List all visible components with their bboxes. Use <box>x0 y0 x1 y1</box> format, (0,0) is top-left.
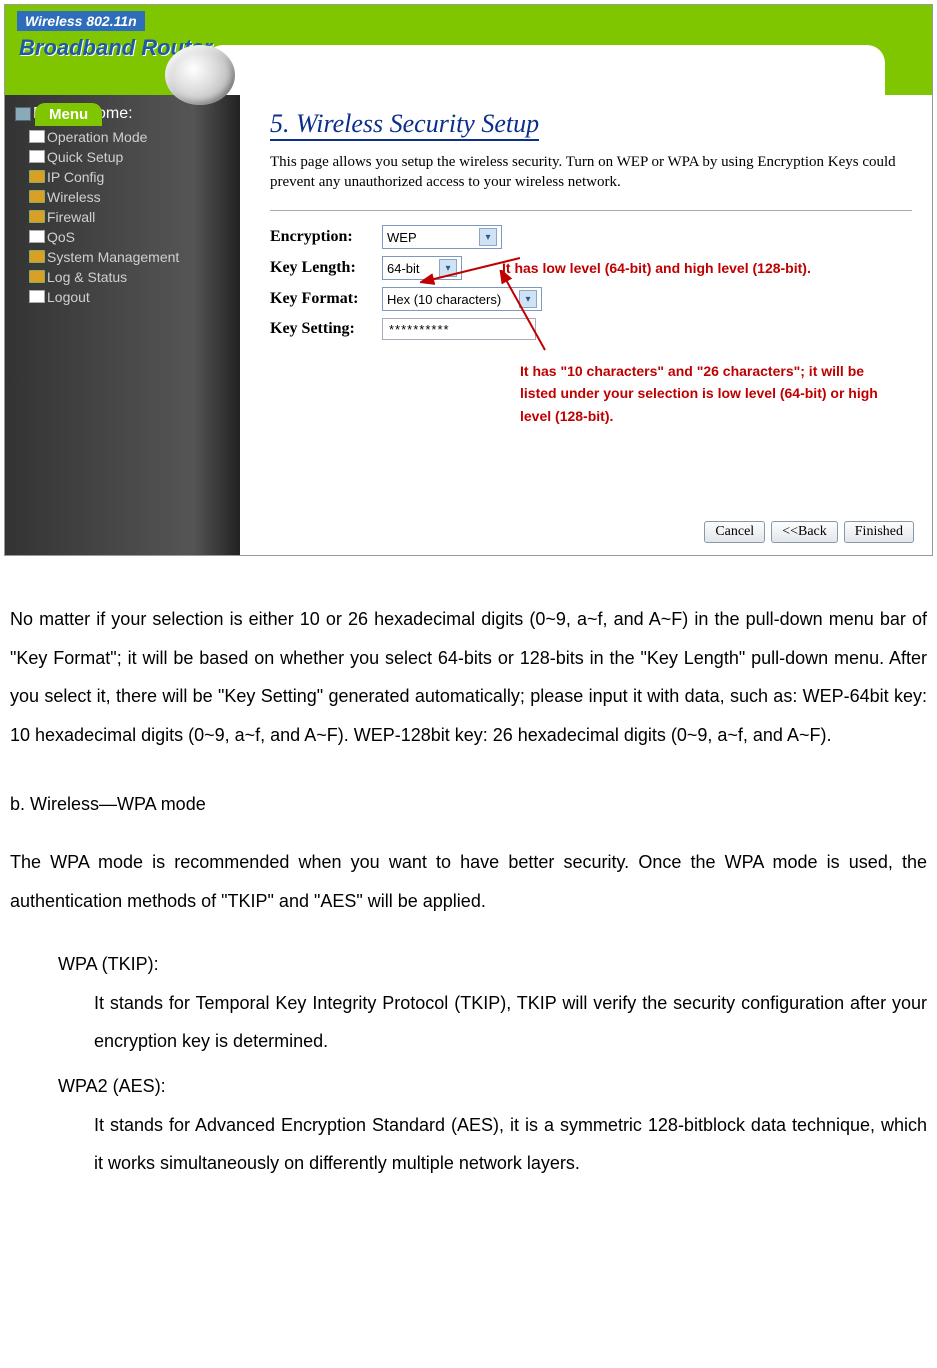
page-icon <box>29 230 45 243</box>
sidebar-item-wireless[interactable]: Wireless <box>5 187 240 207</box>
select-key-length[interactable]: 64-bit ▾ <box>382 256 462 280</box>
sidebar-item-label: Operation Mode <box>47 129 147 145</box>
sidebar-item-label: IP Config <box>47 169 104 185</box>
doc-wpa-tkip-body: It stands for Temporal Key Integrity Pro… <box>10 984 927 1061</box>
sidebar-item-quick-setup[interactable]: Quick Setup <box>5 147 240 167</box>
label-key-format: Key Format: <box>270 290 382 308</box>
doc-wpa2-aes-body: It stands for Advanced Encryption Standa… <box>10 1106 927 1183</box>
page-icon <box>29 150 45 163</box>
input-key-setting[interactable] <box>382 318 536 340</box>
cd-graphic-icon <box>165 45 235 105</box>
row-key-format: Key Format: Hex (10 characters) ▾ <box>270 287 912 311</box>
sidebar-item-label: Quick Setup <box>47 149 123 165</box>
doc-wpa2-aes-heading: WPA2 (AES): <box>10 1067 927 1106</box>
sidebar-item-label: Logout <box>47 289 90 305</box>
select-encryption[interactable]: WEP ▾ <box>382 225 502 249</box>
sidebar-item-label: QoS <box>47 229 75 245</box>
sidebar-item-label: Log & Status <box>47 269 127 285</box>
select-value: WEP <box>387 230 417 245</box>
banner: Wireless 802.11n Broadband Router <box>5 5 932 95</box>
annotation-arrow-icon <box>495 270 555 360</box>
sidebar-item-logout[interactable]: Logout <box>5 287 240 307</box>
document-body: No matter if your selection is either 10… <box>0 560 937 1213</box>
sidebar-item-label: Wireless <box>47 189 101 205</box>
chevron-down-icon: ▾ <box>439 259 457 277</box>
content-pane: 5. Wireless Security Setup This page all… <box>240 95 932 555</box>
chevron-down-icon: ▾ <box>519 290 537 308</box>
doc-heading-b: b. Wireless—WPA mode <box>10 785 927 824</box>
divider <box>270 210 912 211</box>
sidebar: Router Home: Operation Mode Quick Setup … <box>5 95 240 555</box>
callout-key-length: It has low level (64-bit) and high level… <box>502 257 822 279</box>
banner-tab-bg <box>205 45 885 95</box>
label-key-length: Key Length: <box>270 259 382 277</box>
select-value: 64-bit <box>387 261 420 276</box>
row-key-length: Key Length: 64-bit ▾ It has low level (6… <box>270 256 912 280</box>
callout-key-format: It has "10 characters" and "26 character… <box>520 360 880 427</box>
folder-icon <box>29 170 45 183</box>
doc-paragraph-2: The WPA mode is recommended when you wan… <box>10 843 927 920</box>
sidebar-item-qos[interactable]: QoS <box>5 227 240 247</box>
finished-button[interactable]: Finished <box>844 521 914 543</box>
doc-paragraph-1: No matter if your selection is either 10… <box>10 600 927 755</box>
row-encryption: Encryption: WEP ▾ <box>270 225 912 249</box>
label-encryption: Encryption: <box>270 228 382 246</box>
folder-icon <box>29 270 45 283</box>
row-key-setting: Key Setting: <box>270 318 912 340</box>
sidebar-item-system-management[interactable]: System Management <box>5 247 240 267</box>
sidebar-item-operation-mode[interactable]: Operation Mode <box>5 127 240 147</box>
folder-icon <box>29 250 45 263</box>
section-title: 5. Wireless Security Setup <box>270 109 539 141</box>
menu-label: Menu <box>35 103 102 126</box>
label-key-setting: Key Setting: <box>270 320 382 338</box>
cancel-button[interactable]: Cancel <box>704 521 765 543</box>
section-description: This page allows you setup the wireless … <box>270 153 912 192</box>
folder-icon <box>29 210 45 223</box>
select-key-format[interactable]: Hex (10 characters) ▾ <box>382 287 542 311</box>
sidebar-item-label: Firewall <box>47 209 95 225</box>
banner-wireless-label: Wireless 802.11n <box>17 11 145 31</box>
sidebar-item-log-status[interactable]: Log & Status <box>5 267 240 287</box>
button-row: Cancel <<Back Finished <box>704 521 914 543</box>
back-button[interactable]: <<Back <box>771 521 838 543</box>
page-icon <box>29 290 45 303</box>
doc-wpa-tkip-heading: WPA (TKIP): <box>10 945 927 984</box>
sidebar-item-ip-config[interactable]: IP Config <box>5 167 240 187</box>
select-value: Hex (10 characters) <box>387 292 501 307</box>
page-icon <box>29 130 45 143</box>
router-admin-screenshot: Wireless 802.11n Broadband Router Menu R… <box>4 4 933 556</box>
sidebar-item-label: System Management <box>47 249 179 265</box>
sidebar-item-firewall[interactable]: Firewall <box>5 207 240 227</box>
chevron-down-icon: ▾ <box>479 228 497 246</box>
folder-icon <box>29 190 45 203</box>
